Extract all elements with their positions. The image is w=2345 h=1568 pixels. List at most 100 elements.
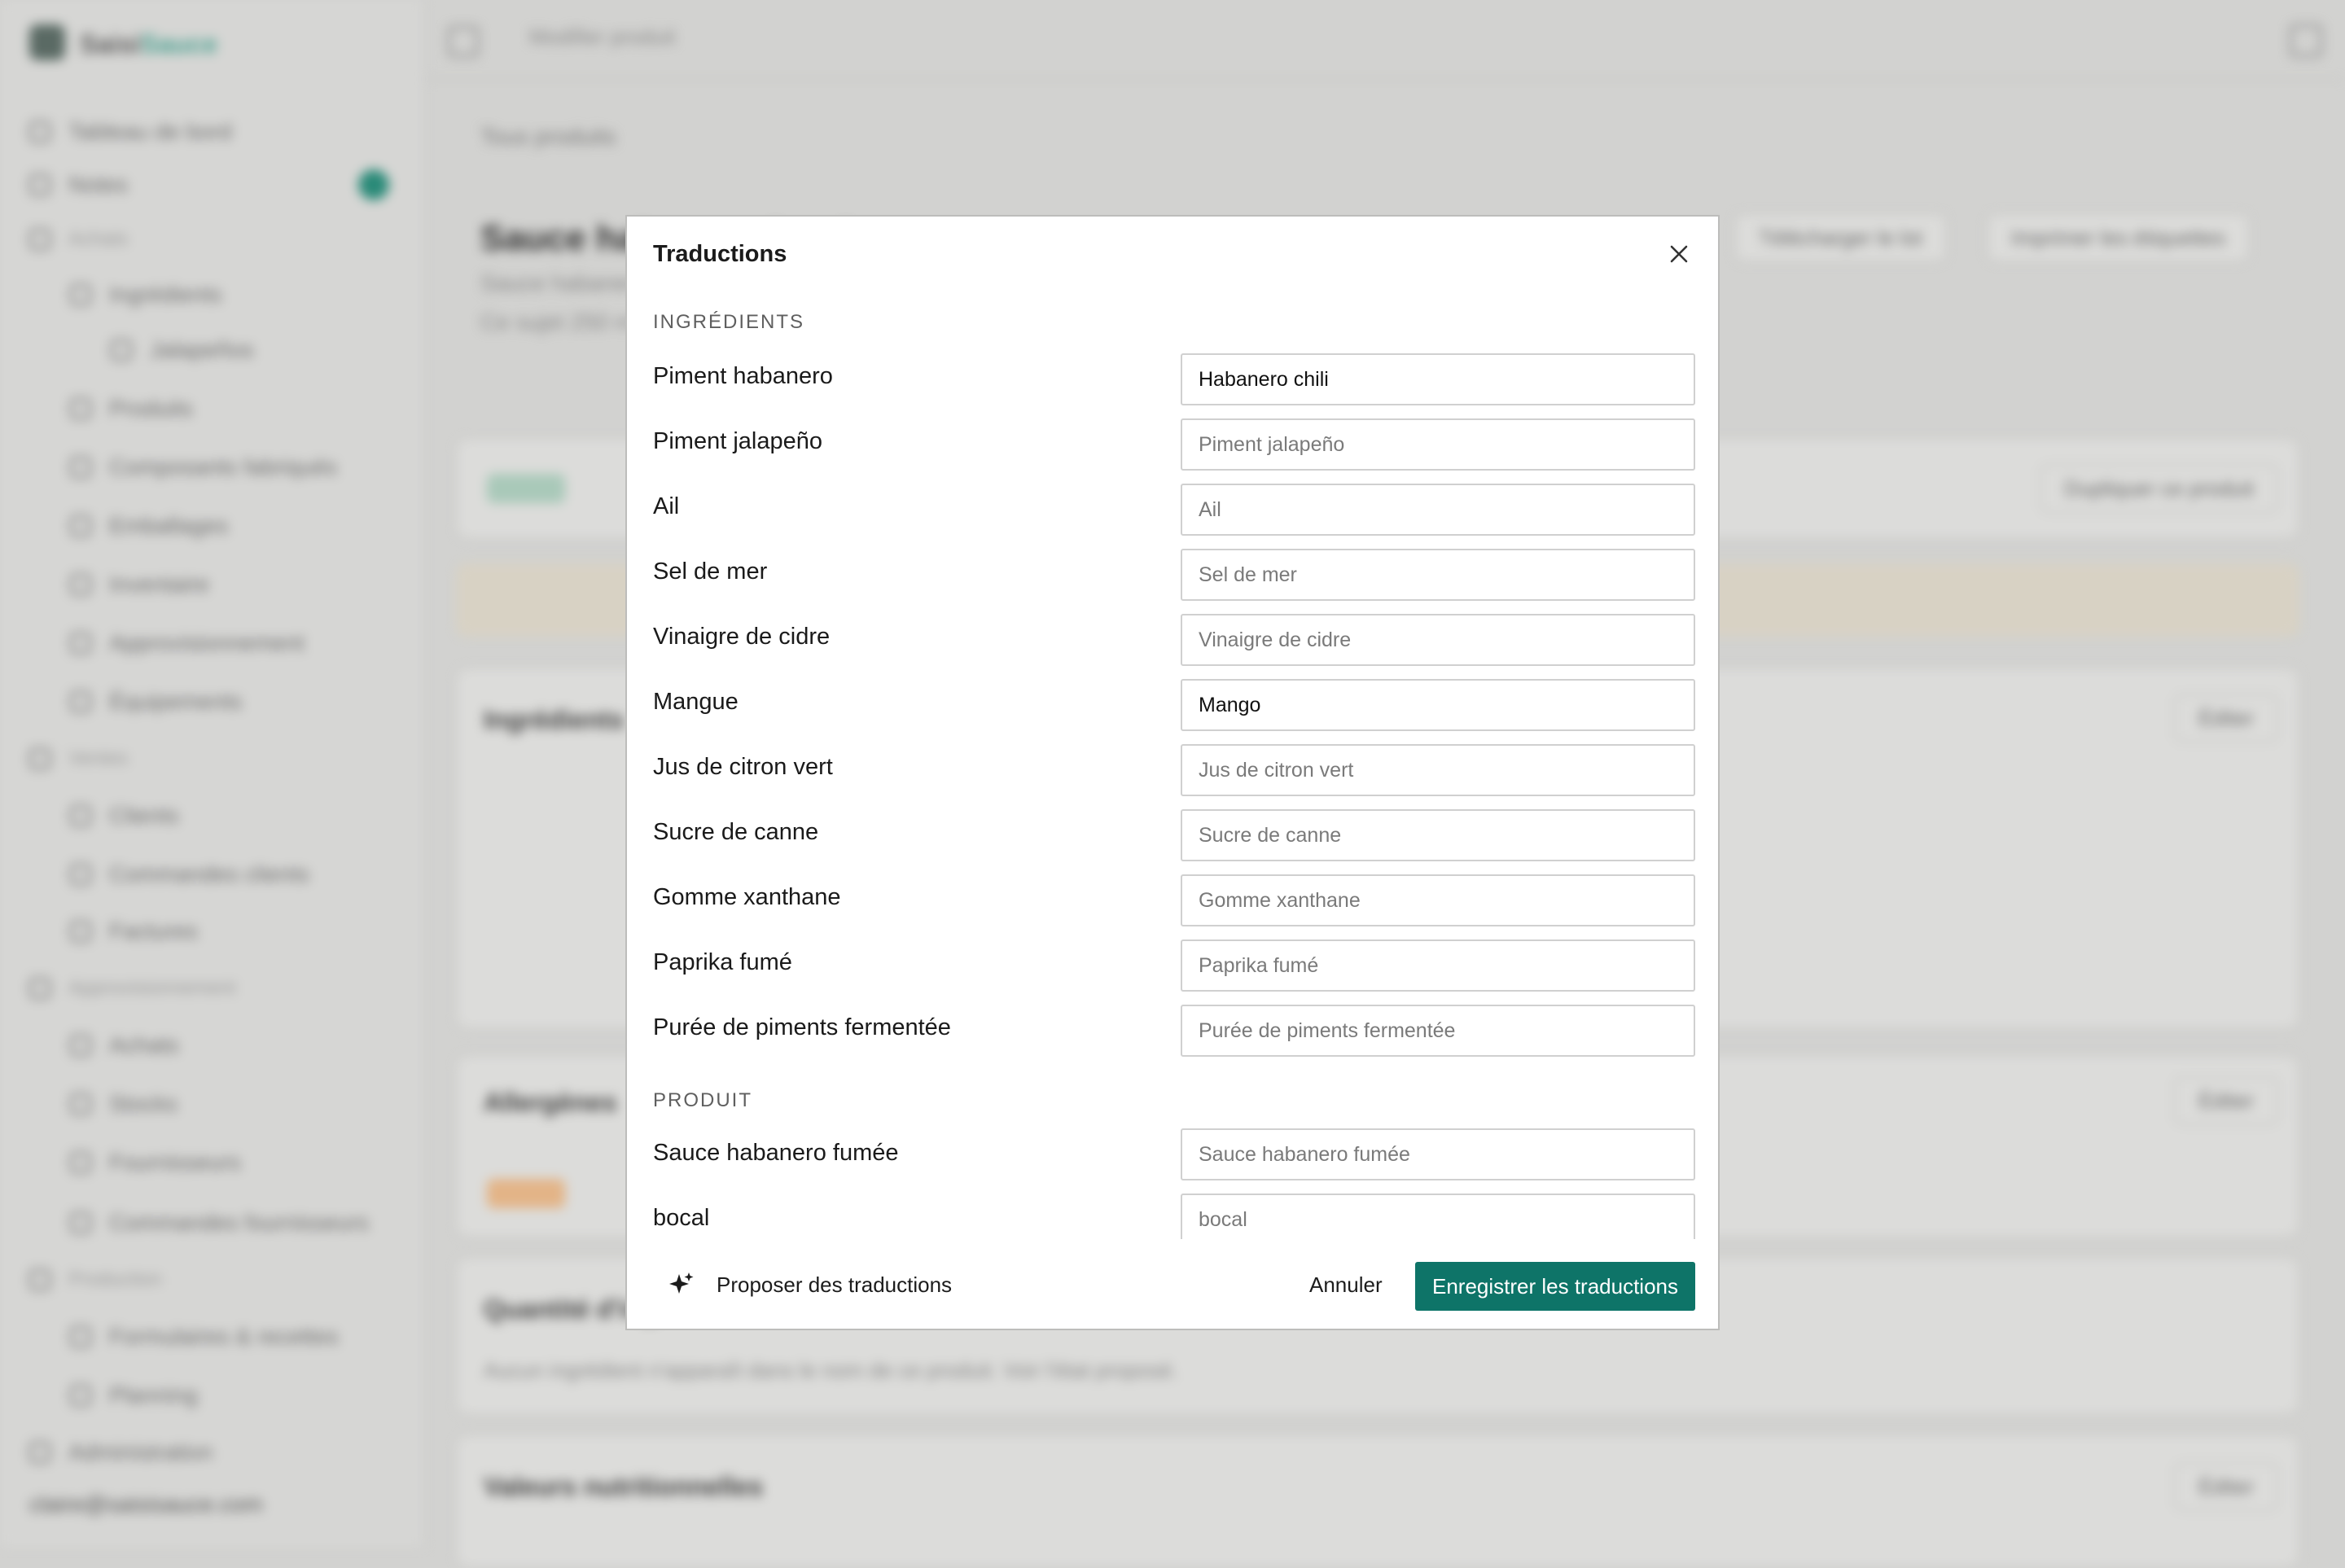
sidebar-item-label: Planning	[109, 1382, 198, 1408]
sidebar-item[interactable]: Notes	[29, 169, 128, 201]
close-icon	[1670, 245, 1688, 263]
sidebar-item-icon	[70, 457, 91, 478]
sidebar-item-label: Achats	[68, 228, 129, 250]
sidebar-item-label: Commandes fournisseurs	[109, 1210, 370, 1235]
sidebar-toggle-icon[interactable]	[448, 26, 479, 57]
translation-source-label: Sauce habanero fumée	[653, 1140, 899, 1166]
sidebar-item[interactable]: Équipements	[70, 685, 242, 718]
sidebar-item-label: Composants fabriqués	[109, 454, 338, 480]
sidebar-item-label: Ventes	[68, 747, 129, 769]
sidebar-item-label: Administration	[68, 1439, 213, 1465]
sidebar-item[interactable]: Administration	[29, 1436, 213, 1469]
allergen-pill	[487, 1179, 565, 1208]
sidebar-item[interactable]: Approvisionnement	[70, 627, 305, 659]
edit-ingredients-button[interactable]: Éditer	[2174, 694, 2278, 742]
translation-source-label: Sel de mer	[653, 558, 768, 585]
sidebar-item-label: Notes	[68, 172, 129, 197]
sidebar-item-label: Produits	[109, 396, 193, 421]
nutrition-card: Valeurs nutritionnelles Éditer	[456, 1434, 2299, 1568]
sidebar-item-icon	[70, 691, 91, 712]
sidebar-item-label: Factures	[109, 918, 198, 944]
user-email[interactable]: claire@saisisauce.com	[29, 1491, 263, 1518]
sidebar-item[interactable]: Commandes clients	[70, 858, 309, 891]
sidebar-item[interactable]: Factures	[70, 915, 198, 948]
save-translations-button[interactable]: Enregistrer les traductions	[1415, 1262, 1695, 1311]
sidebar-item-icon	[29, 1269, 50, 1290]
dialog-footer: Proposer des traductions Annuler Enregis…	[627, 1239, 1718, 1329]
translations-scroll-area[interactable]: INGRÉDIENTS Piment habanero Piment jalape…	[627, 298, 1721, 1239]
translation-input[interactable]	[1181, 484, 1695, 536]
translation-input[interactable]	[1181, 809, 1695, 861]
settings-icon[interactable]	[2290, 24, 2322, 57]
sidebar-item-icon	[70, 574, 91, 595]
page-subtitle-2: Ce sujet 250 mL	[480, 309, 647, 335]
sidebar-item-label: Commandes clients	[109, 861, 309, 887]
sidebar-item-label: Formulaires & recettes	[109, 1324, 339, 1349]
back-link[interactable]: Tous produits	[480, 124, 616, 150]
translation-input[interactable]	[1181, 939, 1695, 992]
sidebar-item-label: Jalapeños	[150, 337, 254, 362]
sidebar-item[interactable]: Formulaires & recettes	[70, 1321, 339, 1353]
sidebar-item-label: Stocks	[109, 1091, 178, 1116]
sidebar-item-icon	[70, 1152, 91, 1173]
edit-allergens-button[interactable]: Éditer	[2174, 1076, 2278, 1125]
translation-source-label: Piment habanero	[653, 363, 833, 389]
sidebar-item-icon	[29, 748, 50, 769]
suggest-translations-button[interactable]: Proposer des traductions	[668, 1262, 952, 1307]
sidebar-item-icon	[70, 633, 91, 654]
sidebar-item[interactable]: Planning	[70, 1379, 198, 1412]
sidebar-item-icon	[70, 864, 91, 885]
translation-input[interactable]	[1181, 418, 1695, 471]
sidebar-item-icon	[70, 1093, 91, 1115]
translation-input[interactable]	[1181, 1005, 1695, 1057]
sidebar-item[interactable]: Composants fabriqués	[70, 451, 337, 484]
sidebar-item[interactable]: Produits	[70, 392, 193, 425]
sidebar: SaisiSauce Tableau de bord Notes Achats Ing…	[0, 0, 425, 1547]
translation-input[interactable]	[1181, 1194, 1695, 1239]
sidebar-item[interactable]: Achats	[29, 223, 128, 256]
app-logo	[29, 24, 65, 60]
sidebar-item[interactable]: Ventes	[29, 742, 128, 775]
sidebar-item-label: Fournisseurs	[109, 1150, 241, 1175]
top-bar: Modifier produit	[423, 0, 2345, 80]
edit-nutrition-button[interactable]: Éditer	[2174, 1462, 2278, 1511]
close-button[interactable]	[1663, 238, 1695, 270]
sidebar-item[interactable]: Fournisseurs	[70, 1146, 241, 1179]
sidebar-item[interactable]: Production	[29, 1264, 162, 1296]
sidebar-item[interactable]: Commandes fournisseurs	[70, 1207, 369, 1239]
sidebar-item[interactable]: Jalapeños	[111, 334, 254, 366]
sidebar-item[interactable]: Emballages	[70, 510, 228, 542]
translation-input[interactable]	[1181, 614, 1695, 666]
quantity-card-text: Aucun ingrédient n'apparaît dans le nom …	[484, 1358, 1178, 1382]
translation-source-label: Ail	[653, 493, 680, 519]
sidebar-item[interactable]: Stocks	[70, 1088, 178, 1120]
section-product-heading: PRODUIT	[653, 1089, 752, 1111]
sidebar-item-icon	[29, 978, 50, 999]
sidebar-item-icon	[111, 339, 132, 361]
translations-dialog: Traductions INGRÉDIENTS Piment habanero P…	[625, 215, 1720, 1330]
translation-input[interactable]	[1181, 1128, 1695, 1180]
cancel-button[interactable]: Annuler	[1293, 1262, 1399, 1307]
sidebar-item-icon	[29, 174, 50, 195]
print-labels-button[interactable]: Imprimer les étiquettes	[1987, 213, 2250, 262]
translation-source-label: Vinaigre de cidre	[653, 624, 831, 650]
sidebar-item-icon	[70, 398, 91, 419]
sidebar-item[interactable]: Clients	[70, 799, 179, 832]
translation-input[interactable]	[1181, 679, 1695, 731]
sidebar-item[interactable]: Approvisionnement	[29, 972, 235, 1005]
section-ingredients-heading: INGRÉDIENTS	[653, 311, 805, 333]
translation-input[interactable]	[1181, 549, 1695, 601]
sidebar-item[interactable]: Achats	[70, 1029, 179, 1062]
sidebar-item[interactable]: Inventaire	[70, 568, 209, 601]
download-batch-button[interactable]: Télécharger le lot	[1734, 213, 1947, 262]
duplicate-button[interactable]: Dupliquer ce produit	[2040, 464, 2278, 513]
sidebar-item-label: Emballages	[109, 513, 229, 538]
translation-input[interactable]	[1181, 744, 1695, 796]
sparkle-icon	[669, 1272, 694, 1294]
sidebar-item-label: Ingrédients	[109, 282, 222, 307]
sidebar-item-label: Approvisionnement	[68, 977, 236, 999]
sidebar-item[interactable]: Tableau de bord	[29, 116, 232, 148]
sidebar-item[interactable]: Ingrédients	[70, 278, 222, 311]
translation-input[interactable]	[1181, 874, 1695, 926]
translation-input[interactable]	[1181, 353, 1695, 405]
